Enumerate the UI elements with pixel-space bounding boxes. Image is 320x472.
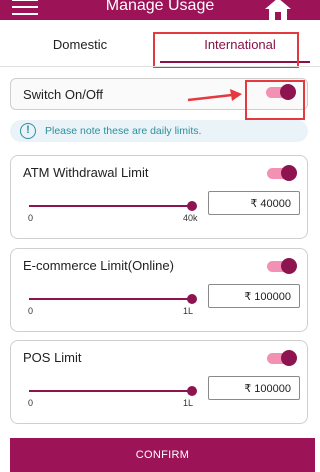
slider-thumb[interactable] [187,201,197,211]
limit-title: E-commerce Limit(Online) [23,258,174,273]
annotation-highlight-box [153,32,299,68]
atm-limit-card: ATM Withdrawal Limit 0 40k [10,155,308,239]
atm-limit-input[interactable] [208,191,300,215]
slider-thumb[interactable] [187,294,197,304]
slider-thumb[interactable] [187,386,197,396]
slider-min-label: 0 [28,306,34,316]
divider [0,66,320,67]
master-switch-label: Switch On/Off [23,87,103,102]
notice-text: Please note these are daily limits. [45,125,202,137]
pos-limit-input[interactable] [208,376,300,400]
slider-max-label: 40k [183,213,198,223]
slider-min-label: 0 [28,213,34,223]
limit-title: ATM Withdrawal Limit [23,165,149,180]
slider-rail [29,390,192,392]
slider-min-label: 0 [28,398,34,408]
toggle-knob [281,350,297,366]
atm-limit-slider[interactable] [29,201,197,211]
ecommerce-limit-input[interactable] [208,284,300,308]
annotation-highlight-box [245,80,305,120]
pos-limit-slider[interactable] [29,386,197,396]
tab-bar: Domestic International [0,20,320,68]
pos-limit-toggle[interactable] [267,350,297,366]
slider-max-label: 1L [183,306,194,316]
pos-limit-card: POS Limit 0 1L [10,340,308,424]
toggle-knob [281,165,297,181]
ecommerce-limit-card: E-commerce Limit(Online) 0 1L [10,248,308,332]
slider-rail [29,298,192,300]
daily-limit-notice: ! Please note these are daily limits. [10,120,308,142]
app-header: Manage Usage [0,0,320,20]
atm-limit-toggle[interactable] [267,165,297,181]
confirm-button[interactable]: CONFIRM [10,438,315,472]
ecommerce-limit-toggle[interactable] [267,258,297,274]
tab-domestic[interactable]: Domestic [0,20,160,68]
slider-rail [29,205,192,207]
slider-max-label: 1L [183,398,194,408]
toggle-knob [281,258,297,274]
home-icon[interactable] [265,0,291,20]
info-icon: ! [20,123,36,139]
ecommerce-limit-slider[interactable] [29,294,197,304]
limit-title: POS Limit [23,350,82,365]
annotation-arrow [187,89,242,102]
